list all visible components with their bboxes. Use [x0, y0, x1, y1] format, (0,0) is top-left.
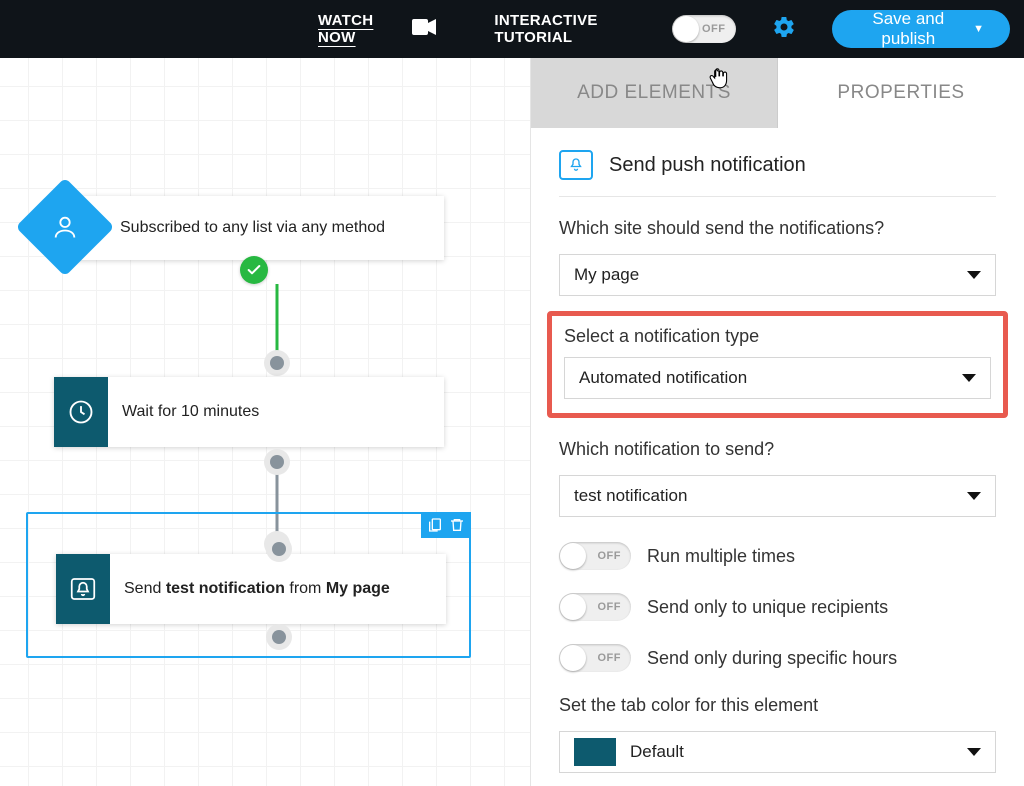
- hours-toggle[interactable]: OFF: [559, 644, 631, 672]
- notification-type-highlight: Select a notification type Automated not…: [547, 311, 1008, 418]
- settings-gear-icon[interactable]: [772, 15, 796, 44]
- selected-node-frame: Send test notification from My page: [26, 512, 471, 658]
- type-select[interactable]: Automated notification: [564, 357, 991, 399]
- automation-canvas[interactable]: Subscribed to any list via any method Wa…: [0, 58, 530, 786]
- unique-label: Send only to unique recipients: [647, 597, 888, 618]
- wait-label: Wait for 10 minutes: [108, 403, 283, 421]
- unique-toggle[interactable]: OFF: [559, 593, 631, 621]
- tab-color-label: Set the tab color for this element: [559, 695, 996, 716]
- bell-outline-icon: [559, 150, 593, 180]
- panel-title: Send push notification: [609, 154, 806, 177]
- caret-down-icon: ▼: [973, 23, 984, 35]
- trigger-node[interactable]: Subscribed to any list via any method: [64, 196, 444, 260]
- trigger-diamond: [16, 178, 115, 277]
- notification-select[interactable]: test notification: [559, 475, 996, 517]
- tab-add-elements[interactable]: ADD ELEMENTS: [531, 58, 778, 128]
- connector-dot[interactable]: [270, 455, 284, 469]
- trigger-label: Subscribed to any list via any method: [106, 219, 409, 237]
- topbar: WATCH NOW INTERACTIVE TUTORIAL OFF Save …: [0, 0, 1024, 58]
- properties-panel: ADD ELEMENTS PROPERTIES Send push notifi…: [530, 58, 1024, 786]
- color-swatch: [574, 738, 616, 766]
- toggle-knob: [560, 594, 586, 620]
- clock-icon: [54, 377, 108, 447]
- watch-now-group: WATCH NOW: [318, 12, 436, 46]
- toggle-knob: [560, 543, 586, 569]
- type-label: Select a notification type: [564, 326, 991, 347]
- panel-body: Send push notification Which site should…: [531, 128, 1024, 773]
- watch-now-link[interactable]: WATCH NOW: [318, 12, 400, 46]
- run-multiple-toggle[interactable]: OFF: [559, 542, 631, 570]
- tutorial-label: INTERACTIVE TUTORIAL: [494, 12, 658, 46]
- save-publish-label: Save and publish: [852, 9, 966, 49]
- site-label: Which site should send the notifications…: [559, 218, 996, 239]
- run-multiple-row: OFF Run multiple times: [559, 538, 996, 574]
- tab-color-select[interactable]: Default: [559, 731, 996, 773]
- toggle-state-label: OFF: [598, 550, 622, 562]
- tutorial-group: INTERACTIVE TUTORIAL OFF: [494, 12, 735, 46]
- chevron-down-icon: [962, 374, 976, 382]
- tab-properties[interactable]: PROPERTIES: [778, 58, 1024, 128]
- connector: [276, 284, 279, 364]
- hours-label: Send only during specific hours: [647, 648, 897, 669]
- toggle-knob: [673, 16, 699, 42]
- site-select[interactable]: My page: [559, 254, 996, 296]
- toggle-state-label: OFF: [598, 601, 622, 613]
- chevron-down-icon: [967, 748, 981, 756]
- run-multiple-label: Run multiple times: [647, 546, 795, 567]
- video-camera-icon: [412, 18, 436, 41]
- bell-icon: [56, 554, 110, 624]
- wait-node[interactable]: Wait for 10 minutes: [54, 377, 444, 447]
- check-icon: [240, 256, 268, 284]
- chevron-down-icon: [967, 492, 981, 500]
- which-value: test notification: [574, 486, 687, 506]
- duplicate-icon[interactable]: [427, 517, 443, 533]
- push-node[interactable]: Send test notification from My page: [56, 554, 446, 624]
- chevron-down-icon: [967, 271, 981, 279]
- node-toolbar: [421, 512, 471, 538]
- connector-dot[interactable]: [270, 356, 284, 370]
- trigger-card: Subscribed to any list via any method: [64, 196, 444, 260]
- connector-dot[interactable]: [272, 630, 286, 644]
- tutorial-toggle[interactable]: OFF: [672, 15, 735, 43]
- which-label: Which notification to send?: [559, 439, 996, 460]
- push-label: Send test notification from My page: [110, 580, 414, 598]
- connector-dot[interactable]: [272, 542, 286, 556]
- type-value: Automated notification: [579, 368, 747, 388]
- toggle-state-label: OFF: [598, 652, 622, 664]
- unique-row: OFF Send only to unique recipients: [559, 589, 996, 625]
- trash-icon[interactable]: [449, 517, 465, 533]
- hours-row: OFF Send only during specific hours: [559, 640, 996, 676]
- toggle-state-label: OFF: [702, 23, 726, 35]
- toggle-knob: [560, 645, 586, 671]
- tab-color-value: Default: [630, 742, 684, 762]
- panel-header: Send push notification: [559, 150, 996, 197]
- site-value: My page: [574, 265, 639, 285]
- panel-tabs: ADD ELEMENTS PROPERTIES: [531, 58, 1024, 128]
- save-publish-button[interactable]: Save and publish ▼: [832, 10, 1011, 48]
- main: Subscribed to any list via any method Wa…: [0, 58, 1024, 786]
